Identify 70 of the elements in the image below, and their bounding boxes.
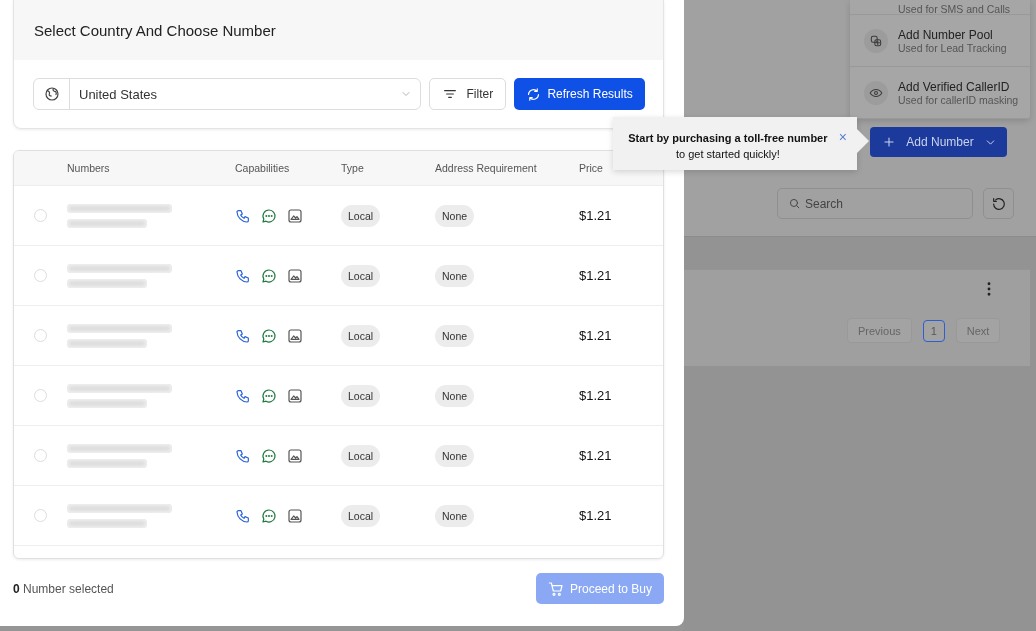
previous-button[interactable]: Previous xyxy=(847,318,912,343)
type-tag: Local xyxy=(341,504,381,527)
column-header: Capabilities xyxy=(235,162,291,174)
menu-item[interactable]: Add Number Pool Used for Lead Tracking xyxy=(850,15,1030,67)
phone-icon xyxy=(235,507,251,524)
image-icon xyxy=(287,447,303,464)
next-button[interactable]: Next xyxy=(955,318,1001,343)
chat-bubble-icon xyxy=(261,507,277,524)
stacked-squares-icon xyxy=(869,33,883,48)
chat-bubble-icon xyxy=(261,207,277,224)
page-button[interactable]: 1 xyxy=(922,319,945,342)
image-icon xyxy=(287,267,303,284)
add-number-button[interactable]: Add Number xyxy=(870,127,1007,157)
price: $1.21 xyxy=(579,388,613,403)
plus-icon xyxy=(882,135,896,149)
undo-icon xyxy=(990,195,1007,212)
chat-bubble-icon xyxy=(261,387,277,404)
chat-bubble-icon xyxy=(261,327,277,344)
modal-title: Select Country And Choose Number xyxy=(34,21,276,39)
type-tag: Local xyxy=(341,444,381,467)
close-button[interactable]: × xyxy=(838,131,847,143)
column-header: Numbers xyxy=(67,162,111,174)
tooltip-text: to get started quickly! xyxy=(674,147,781,162)
type-tag: Local xyxy=(341,384,381,407)
menu-item[interactable]: Used for SMS and Calls xyxy=(850,0,1030,15)
cart-icon xyxy=(547,580,564,597)
image-icon xyxy=(287,207,303,224)
type-tag: Local xyxy=(341,324,381,347)
address-requirement-tag: None xyxy=(435,384,475,407)
chat-bubble-icon xyxy=(261,267,277,284)
menu-item-subtitle: Used for callerID masking xyxy=(898,93,1019,106)
menu-item[interactable]: Add Verified CallerID Used for callerID masking xyxy=(850,67,1030,119)
type-tag: Local xyxy=(341,204,381,227)
address-requirement-tag: None xyxy=(435,324,475,347)
phone-icon xyxy=(235,267,251,284)
image-icon xyxy=(287,387,303,404)
phone-icon xyxy=(235,447,251,464)
menu-item-subtitle: Used for Lead Tracking xyxy=(898,41,1007,54)
phone-icon xyxy=(235,327,251,344)
address-requirement-tag: None xyxy=(435,444,475,467)
price: $1.21 xyxy=(579,268,613,283)
price: $1.21 xyxy=(579,508,613,523)
image-icon xyxy=(287,507,303,524)
price: $1.21 xyxy=(579,448,613,463)
menu-item-title: Add Number Pool xyxy=(898,27,994,42)
reset-button[interactable] xyxy=(983,188,1014,219)
country-select[interactable]: United States xyxy=(33,78,422,110)
tooltip-title: Start by purchasing a toll-free number xyxy=(627,131,829,146)
search-field[interactable]: Search xyxy=(777,188,973,219)
column-header: Type xyxy=(341,162,365,174)
price: $1.21 xyxy=(579,208,613,223)
column-header: Price xyxy=(579,162,604,174)
menu-item-title: Add Verified CallerID xyxy=(898,79,1011,94)
refresh-icon xyxy=(526,86,542,102)
type-tag: Local xyxy=(341,264,381,287)
image-icon xyxy=(287,327,303,344)
phone-icon xyxy=(235,207,251,224)
address-requirement-tag: None xyxy=(435,264,475,287)
price: $1.21 xyxy=(579,328,613,343)
address-requirement-tag: None xyxy=(435,504,475,527)
refresh-results-button[interactable]: Refresh Results xyxy=(514,78,645,110)
filter-button[interactable]: Filter xyxy=(429,78,507,110)
menu-item-subtitle: Used for SMS and Calls xyxy=(898,5,1011,14)
column-header: Address Requirement xyxy=(435,162,538,174)
search-icon xyxy=(788,197,801,210)
selection-count: 0 Number selected xyxy=(13,581,114,596)
globe-icon xyxy=(43,86,60,102)
address-requirement-tag: None xyxy=(435,204,475,227)
chat-bubble-icon xyxy=(261,447,277,464)
phone-icon xyxy=(235,387,251,404)
